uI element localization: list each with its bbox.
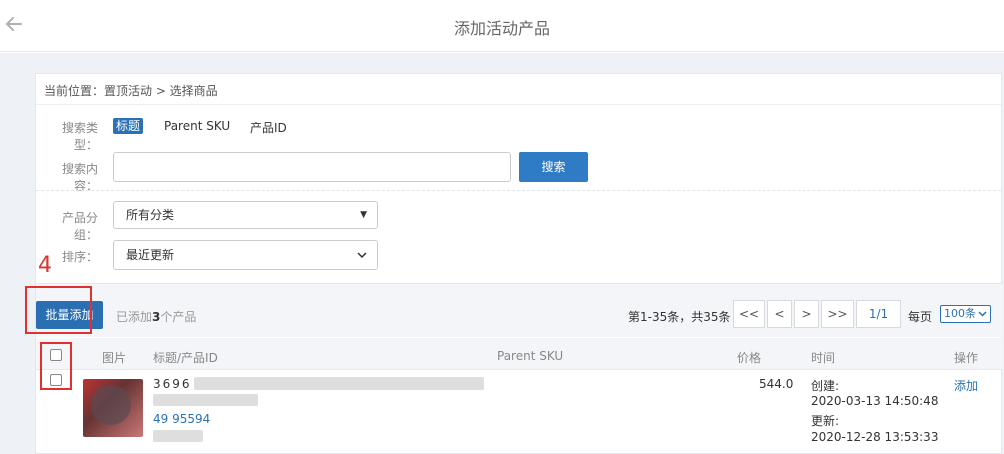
search-content-label: 搜索内容： xyxy=(61,162,98,193)
search-type-option-parent-sku[interactable]: Parent SKU xyxy=(164,119,230,133)
divider xyxy=(36,104,1001,105)
per-page-value: 100条 xyxy=(944,307,976,320)
added-suffix: 个产品 xyxy=(160,310,197,324)
last-page-button[interactable]: >> xyxy=(821,300,854,328)
search-type-option-title[interactable]: 标题 xyxy=(113,118,144,134)
next-page-button[interactable]: > xyxy=(794,300,819,328)
col-image: 图片 xyxy=(102,351,127,365)
search-type-label: 搜索类型： xyxy=(61,121,98,152)
page-title: 添加活动产品 xyxy=(453,19,550,38)
annotation-box-batch-add xyxy=(25,286,92,334)
per-page-select[interactable]: 100条 xyxy=(940,305,991,323)
added-count-text: 已添加3个产品 xyxy=(116,308,196,325)
chevron-down-icon xyxy=(978,311,987,317)
top-header: 添加活动产品 xyxy=(0,0,1004,52)
blurred-extra xyxy=(153,430,203,442)
prev-page-button[interactable]: < xyxy=(767,300,792,328)
sort-select[interactable]: 最近更新 xyxy=(113,240,378,270)
pagination-info: 第1-35条，共35条 xyxy=(628,310,731,324)
product-select-panel: 当前位置：置顶活动 > 选择商品 搜索类型： 标题 Parent SKU 产品I… xyxy=(35,73,1003,454)
annotation-box-checkboxes xyxy=(40,342,72,390)
col-price: 价格 xyxy=(737,351,762,365)
col-title: 标题/产品ID xyxy=(153,351,218,365)
product-id-link[interactable]: 49 95594 xyxy=(153,412,210,426)
group-select-value: 所有分类 xyxy=(126,208,175,222)
blurred-title xyxy=(194,377,484,390)
sort-label: 排序： xyxy=(61,250,98,264)
breadcrumb: 当前位置：置顶活动 > 选择商品 xyxy=(44,84,218,98)
chevron-down-icon xyxy=(357,241,367,281)
group-select[interactable]: 所有分类 ▼ xyxy=(113,201,378,229)
dashed-divider xyxy=(36,190,1001,191)
search-input[interactable] xyxy=(113,152,511,182)
first-page-button[interactable]: << xyxy=(733,300,765,328)
updated-label: 更新: xyxy=(811,414,840,428)
blurred-title-line2 xyxy=(153,394,258,406)
dropdown-caret-icon: ▼ xyxy=(360,210,367,220)
col-action: 操作 xyxy=(954,351,979,365)
group-label: 产品分组： xyxy=(61,211,98,242)
search-type-option-product-id[interactable]: 产品ID xyxy=(250,119,287,136)
current-page[interactable]: 1/1 xyxy=(856,300,901,328)
product-title: 3696 xyxy=(153,377,192,391)
updated-time: 2020-12-28 13:53:33 xyxy=(811,430,939,444)
per-page-label: 每页 xyxy=(908,310,933,324)
sort-select-value: 最近更新 xyxy=(126,248,175,262)
added-prefix: 已添加 xyxy=(116,310,153,324)
annotation-number: 4 xyxy=(38,253,52,278)
add-product-link[interactable]: 添加 xyxy=(954,377,978,394)
col-parent-sku: Parent SKU xyxy=(497,349,564,363)
created-label: 创建: xyxy=(811,379,840,393)
product-price: 544.0 xyxy=(759,377,794,391)
product-thumbnail xyxy=(83,379,143,437)
created-time: 2020-03-13 14:50:48 xyxy=(811,394,939,408)
col-time: 时间 xyxy=(811,351,836,365)
search-button[interactable]: 搜索 xyxy=(519,152,588,182)
